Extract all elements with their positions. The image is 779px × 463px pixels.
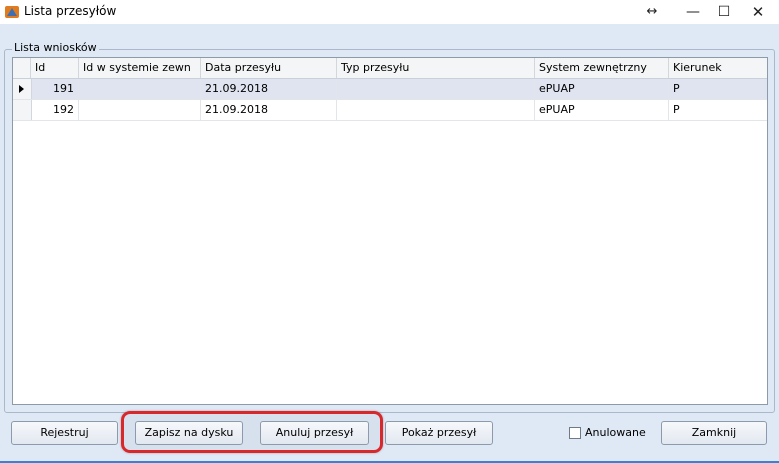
close-window-button[interactable]: ✕	[740, 0, 776, 24]
column-header-date[interactable]: Data przesyłu	[201, 58, 337, 78]
cell-system[interactable]: ePUAP	[535, 79, 669, 99]
cancelled-checkbox-label[interactable]: Anulowane	[585, 426, 646, 439]
current-row-arrow-icon	[19, 85, 24, 93]
column-header-direction[interactable]: Kierunek	[669, 58, 767, 78]
cell-id[interactable]: 191	[31, 79, 79, 99]
column-header-system[interactable]: System zewnętrzny	[535, 58, 669, 78]
table-row[interactable]: 191 21.09.2018 ePUAP P	[13, 79, 767, 100]
row-indicator	[13, 79, 32, 99]
groupbox-label: Lista wniosków	[12, 41, 99, 54]
cell-ext-id[interactable]	[79, 100, 201, 120]
row-indicator-header	[13, 58, 31, 78]
cell-date[interactable]: 21.09.2018	[201, 100, 337, 120]
app-icon	[5, 6, 19, 18]
transfers-grid[interactable]: Id Id w systemie zewn Data przesyłu Typ …	[12, 57, 768, 405]
save-to-disk-button[interactable]: Zapisz na dysku	[135, 421, 243, 445]
resize-icon[interactable]: ↔	[634, 0, 670, 24]
table-row[interactable]: 192 21.09.2018 ePUAP P	[13, 100, 767, 121]
cell-direction[interactable]: P	[669, 79, 767, 99]
column-header-type[interactable]: Typ przesyłu	[337, 58, 535, 78]
cell-date[interactable]: 21.09.2018	[201, 79, 337, 99]
cell-direction[interactable]: P	[669, 100, 767, 120]
title-bar: Lista przesyłów ↔ — ☐ ✕	[0, 0, 779, 24]
window-title: Lista przesyłów	[24, 4, 117, 18]
grid-header: Id Id w systemie zewn Data przesyłu Typ …	[13, 58, 767, 79]
column-header-id[interactable]: Id	[31, 58, 79, 78]
row-indicator	[13, 100, 32, 120]
register-button[interactable]: Rejestruj	[11, 421, 118, 445]
close-button[interactable]: Zamknij	[661, 421, 767, 445]
cell-type[interactable]	[337, 79, 535, 99]
maximize-button[interactable]: ☐	[706, 0, 742, 24]
cancel-transfer-button[interactable]: Anuluj przesył	[260, 421, 369, 445]
cell-system[interactable]: ePUAP	[535, 100, 669, 120]
column-header-ext-id[interactable]: Id w systemie zewn	[79, 58, 201, 78]
cell-id[interactable]: 192	[31, 100, 79, 120]
show-transfer-button[interactable]: Pokaż przesył	[385, 421, 493, 445]
cell-ext-id[interactable]	[79, 79, 201, 99]
cancelled-checkbox[interactable]	[569, 427, 581, 439]
cell-type[interactable]	[337, 100, 535, 120]
